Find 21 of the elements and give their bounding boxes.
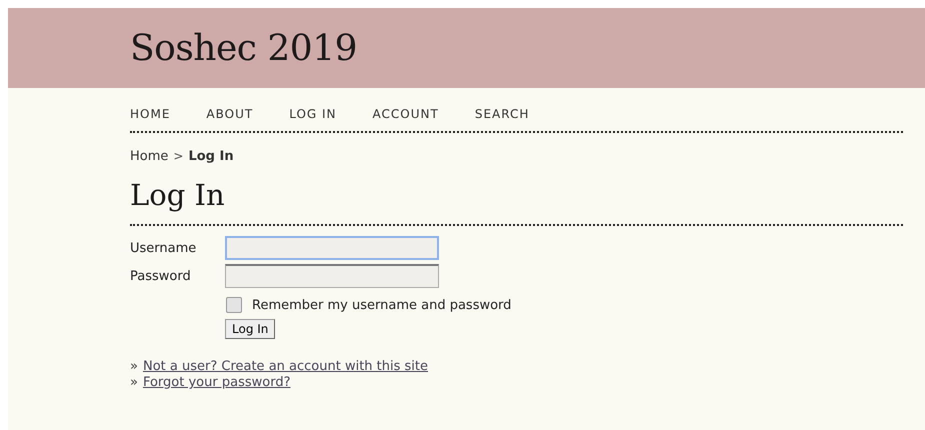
nav-link[interactable]: LOG IN [289,107,337,121]
page-heading: Log In [130,178,903,226]
remember-checkbox[interactable] [226,297,242,313]
nav-link[interactable]: ACCOUNT [372,107,439,121]
help-link[interactable]: Not a user? Create an account with this site [142,359,428,375]
breadcrumb-separator: > [173,149,184,164]
help-link[interactable]: Forgot your password? [142,375,290,391]
nav-link[interactable]: ABOUT [206,107,254,121]
field-label: Password [130,268,192,284]
breadcrumb-link[interactable]: Home [130,149,168,164]
site-title: Soshec 2019 [130,28,358,68]
password-field[interactable] [225,264,439,288]
checkbox-label: Remember my username and password [252,298,512,312]
username-field[interactable] [225,236,439,260]
login-button[interactable]: Log In [225,319,276,339]
nav-link[interactable]: SEARCH [474,107,530,121]
breadcrumb-current: Log In [188,149,234,164]
field-label: Username [130,240,198,256]
nav-link[interactable]: HOME [130,107,170,121]
bullet: » [130,359,138,375]
bullet: » [130,375,138,391]
